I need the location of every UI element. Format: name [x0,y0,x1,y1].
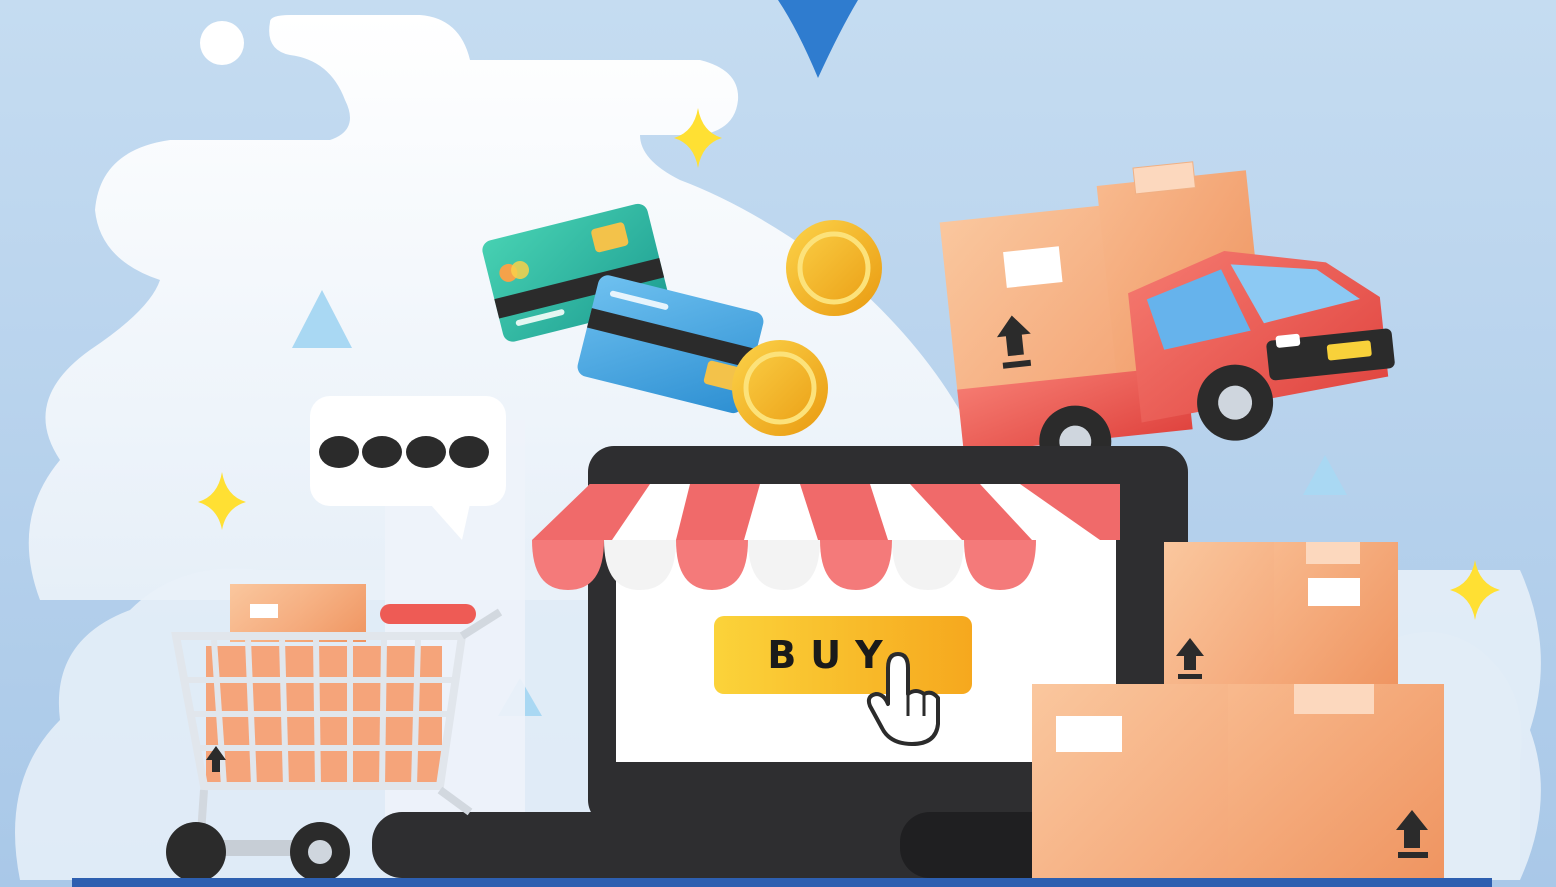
online-shopping-illustration: BUY [0,0,1556,887]
buy-button-label: BUY [767,633,896,677]
buy-button[interactable]: BUY [714,616,972,694]
floor-bar [72,878,1492,887]
